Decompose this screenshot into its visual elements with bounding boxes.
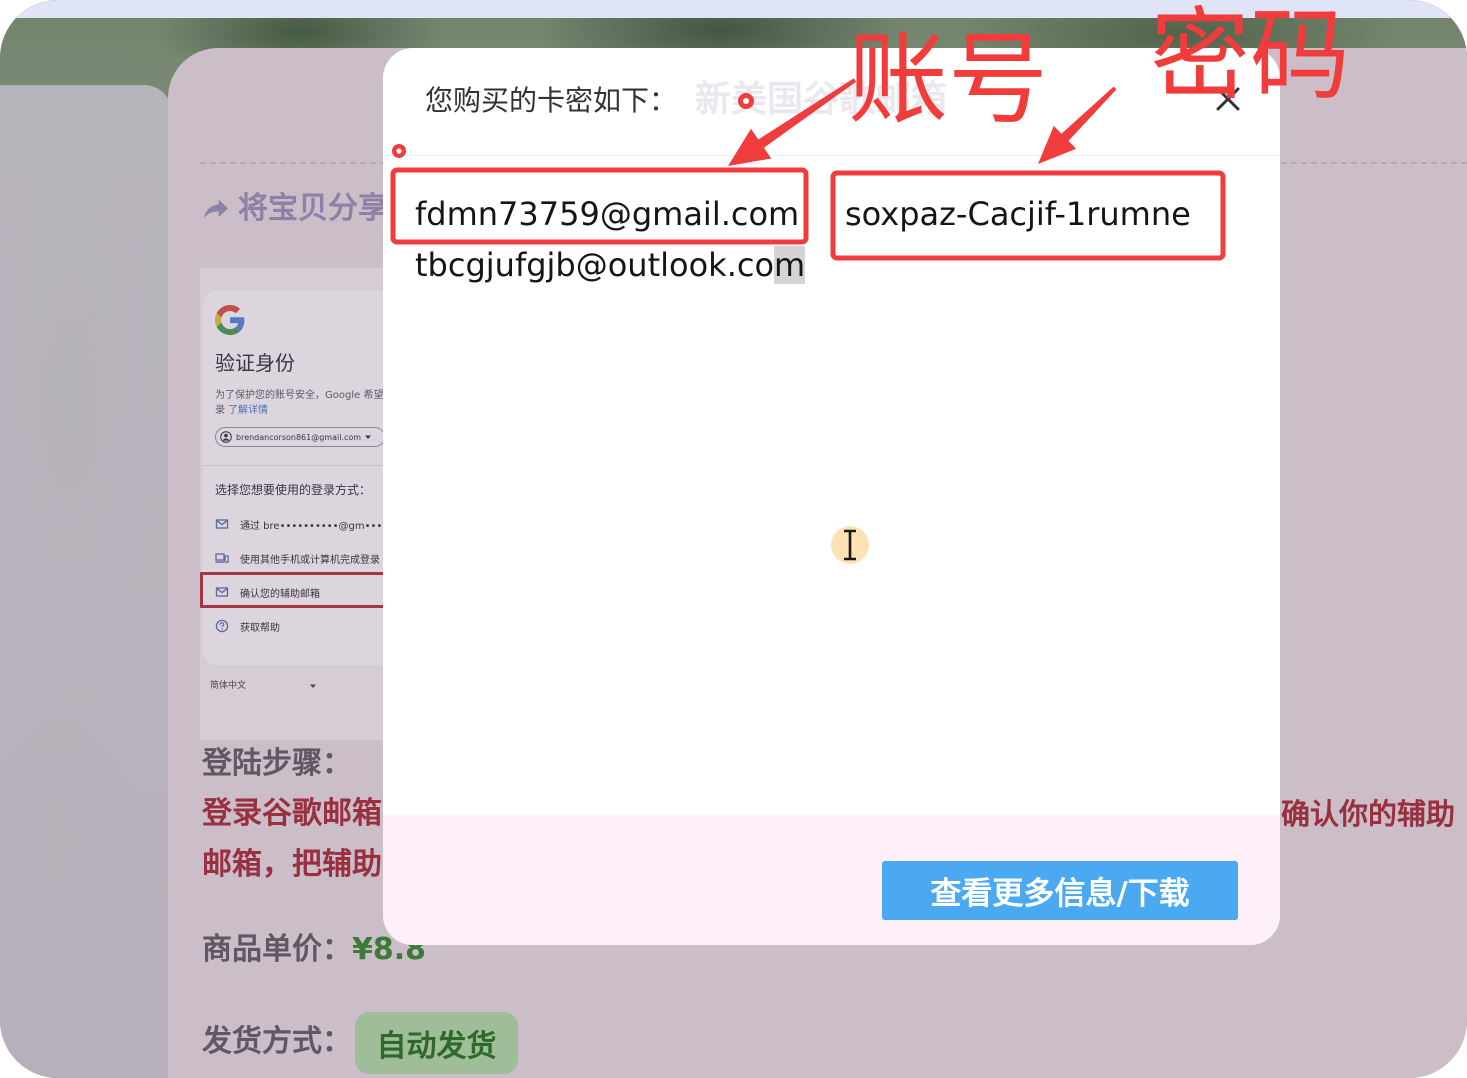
screen: 将宝贝分享 验证身份 为了保护您的账号安全，Google 希望 录了解详情 br… (0, 0, 1467, 1078)
verify-divider (203, 465, 400, 466)
password-annotation-label: 密码 (1150, 0, 1350, 114)
unit-price-label: 商品单价： (202, 932, 352, 967)
password-text: soxpaz-Cacjif-1rumne (845, 195, 1191, 233)
login-steps-line-1-continued: 确认你的辅助 (1281, 797, 1456, 831)
google-logo-icon (215, 305, 245, 335)
sign-in-option-label: 获取帮助 (240, 622, 280, 634)
account-chip: brendancorson861@gmail.com (215, 427, 385, 447)
login-steps-line-1: 登录谷歌邮箱 (202, 796, 382, 831)
dialog-title: 您购买的卡密如下： (425, 84, 678, 117)
side-panel (0, 85, 172, 1078)
login-steps-title: 登陆步骤： (202, 746, 352, 781)
help-icon (215, 619, 229, 633)
verify-description-line2: 录了解详情 (215, 404, 268, 418)
share-link[interactable]: 将宝贝分享 (200, 190, 388, 228)
login-steps-line-2: 邮箱，把辅助 (202, 847, 382, 882)
share-label: 将宝贝分享 (238, 191, 388, 226)
i-beam-shape (844, 529, 856, 561)
chevron-down-icon (365, 435, 372, 439)
dialog-header-divider (383, 155, 1280, 156)
chevron-down-icon (310, 684, 316, 688)
sign-in-option-label: 通过 bre••••••••••@gm•••••.com (240, 520, 400, 532)
delivery-method-label: 发货方式： (202, 1024, 352, 1059)
mail-icon (215, 519, 229, 529)
sign-in-option: 使用其他手机或计算机完成登录 (215, 548, 380, 568)
devices-icon (215, 553, 229, 563)
sign-in-option: 通过 bre••••••••••@gm•••••.com (215, 514, 400, 534)
language-selector: 简体中文 (210, 681, 247, 691)
text-selection-highlight: m (774, 246, 806, 284)
login-steps-image: 验证身份 为了保护您的账号安全，Google 希望 录了解详情 brendanc… (200, 268, 400, 740)
verify-title: 验证身份 (215, 351, 295, 375)
learn-more-link: 了解详情 (228, 405, 268, 416)
delivery-method-badge: 自动发货 (355, 1012, 518, 1074)
account-email-text: fdmn73759@gmail.com (415, 195, 800, 233)
sign-in-option-label: 使用其他手机或计算机完成登录 (240, 554, 380, 566)
verify-description: 为了保护您的账号安全，Google 希望 (215, 390, 384, 401)
sign-in-option: 获取帮助 (215, 616, 280, 636)
text-cursor-icon (831, 526, 869, 564)
more-info-download-button[interactable]: 查看更多信息/下载 (882, 861, 1238, 920)
recovery-email-text: tbcgjufgjb@outlook.com (415, 246, 806, 284)
account-chip-email: brendancorson861@gmail.com (236, 432, 362, 442)
recovery-email-highlight-box (200, 572, 396, 608)
card-secret-dialog: 新美国谷歌邮箱 您购买的卡密如下： fdmn73759@gmail.com so… (383, 48, 1280, 945)
share-icon (204, 199, 228, 219)
account-avatar-icon (220, 431, 232, 443)
verify-description-prefix: 录 (215, 405, 225, 416)
verify-card (203, 290, 400, 665)
account-annotation-label: 账号 (848, 21, 1048, 138)
sign-in-method-heading: 选择您想要使用的登录方式： (215, 483, 372, 497)
